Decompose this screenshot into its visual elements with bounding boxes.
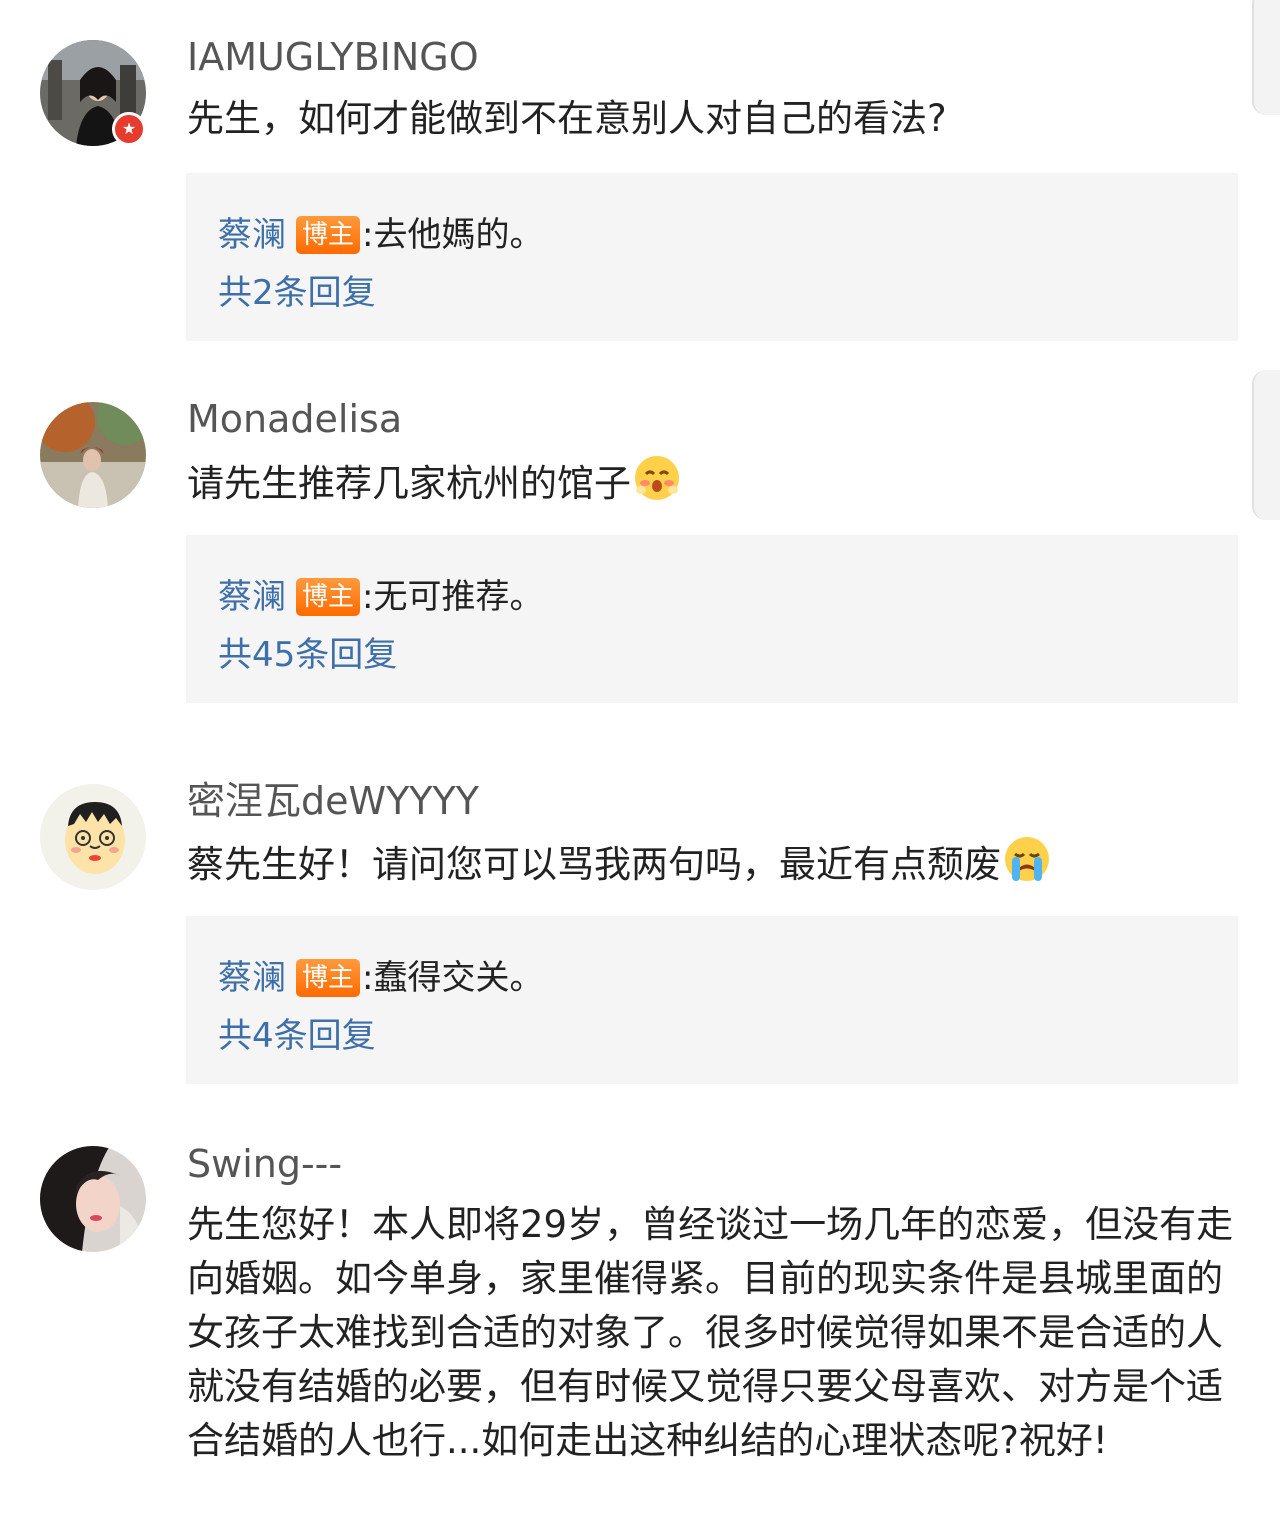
reply-author[interactable]: 蔡澜 — [218, 573, 286, 621]
reply-text: 蠢得交关。 — [373, 958, 544, 998]
reply-count-link[interactable]: 共4条回复 — [218, 1012, 376, 1060]
reply-text: 去他媽的。 — [373, 215, 544, 255]
reply-separator: : — [362, 577, 374, 617]
comment-text-content: 蔡先生好！请问您可以骂我两句吗，最近有点颓废 — [187, 843, 1001, 886]
avatar[interactable] — [40, 1146, 146, 1252]
blogger-badge: 博主 — [296, 578, 361, 616]
reply-count-link[interactable]: 共2条回复 — [218, 269, 376, 317]
reply-count-link[interactable]: 共45条回复 — [218, 631, 397, 679]
avatar[interactable] — [40, 402, 146, 508]
edge-panel-handle[interactable] — [1252, 0, 1280, 115]
username[interactable]: 密涅瓦deWYYYY — [187, 778, 479, 824]
edge-panel-handle[interactable] — [1252, 370, 1280, 520]
comment-text: 先生您好！本人即将29岁，曾经谈过一场几年的恋爱，但没有走向婚姻。如今单身，家里… — [187, 1203, 1234, 1462]
reply-separator: : — [362, 215, 374, 255]
blogger-badge: 博主 — [296, 959, 361, 997]
comment-text: 蔡先生好！请问您可以骂我两句吗，最近有点颓废 — [187, 835, 1247, 898]
reply-preview[interactable]: 蔡澜 博主 : 去他媽的。 共2条回复 — [186, 173, 1238, 341]
vip-badge-icon: ★ — [112, 112, 146, 146]
reply-line: 蔡澜 博主 : 去他媽的。 — [218, 211, 543, 259]
comment-text: 请先生推荐几家杭州的馆子 — [187, 454, 1247, 517]
username[interactable]: IAMUGLYBINGO — [187, 34, 479, 80]
reply-author[interactable]: 蔡澜 — [218, 954, 286, 1002]
blogger-badge: 博主 — [296, 216, 361, 254]
reply-author[interactable]: 蔡澜 — [218, 211, 286, 259]
comment-text: 先生，如何才能做到不在意别人对自己的看法? — [187, 97, 947, 140]
username[interactable]: Swing--- — [187, 1141, 342, 1187]
reply-preview[interactable]: 蔡澜 博主 : 蠢得交关。 共4条回复 — [186, 916, 1238, 1084]
reply-separator: : — [362, 958, 374, 998]
blush-emoji-icon — [633, 454, 681, 517]
crying-emoji-icon — [1003, 835, 1051, 898]
reply-text: 无可推荐。 — [373, 577, 544, 617]
avatar[interactable] — [40, 784, 146, 890]
reply-line: 蔡澜 博主 : 蠢得交关。 — [218, 954, 543, 1002]
reply-line: 蔡澜 博主 : 无可推荐。 — [218, 573, 543, 621]
comment-text-content: 请先生推荐几家杭州的馆子 — [187, 462, 631, 505]
username[interactable]: Monadelisa — [187, 396, 402, 442]
reply-preview[interactable]: 蔡澜 博主 : 无可推荐。 共45条回复 — [186, 535, 1238, 703]
